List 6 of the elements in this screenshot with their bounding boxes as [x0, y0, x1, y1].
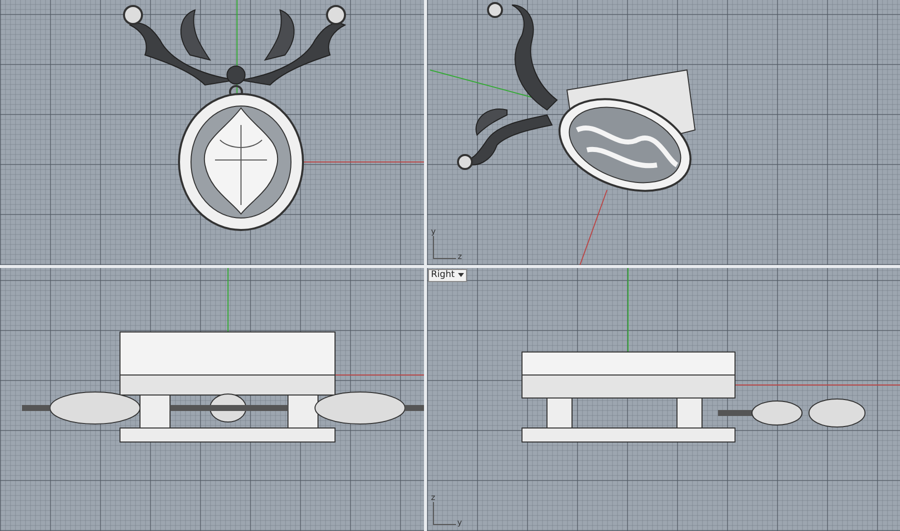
axis-label: z — [431, 493, 436, 502]
viewport-title-dropdown[interactable]: Right — [428, 269, 467, 282]
axis-label: z — [458, 252, 462, 261]
axis-label: y — [431, 227, 436, 236]
caret-icon — [458, 272, 464, 277]
axis-label: y — [457, 518, 462, 527]
